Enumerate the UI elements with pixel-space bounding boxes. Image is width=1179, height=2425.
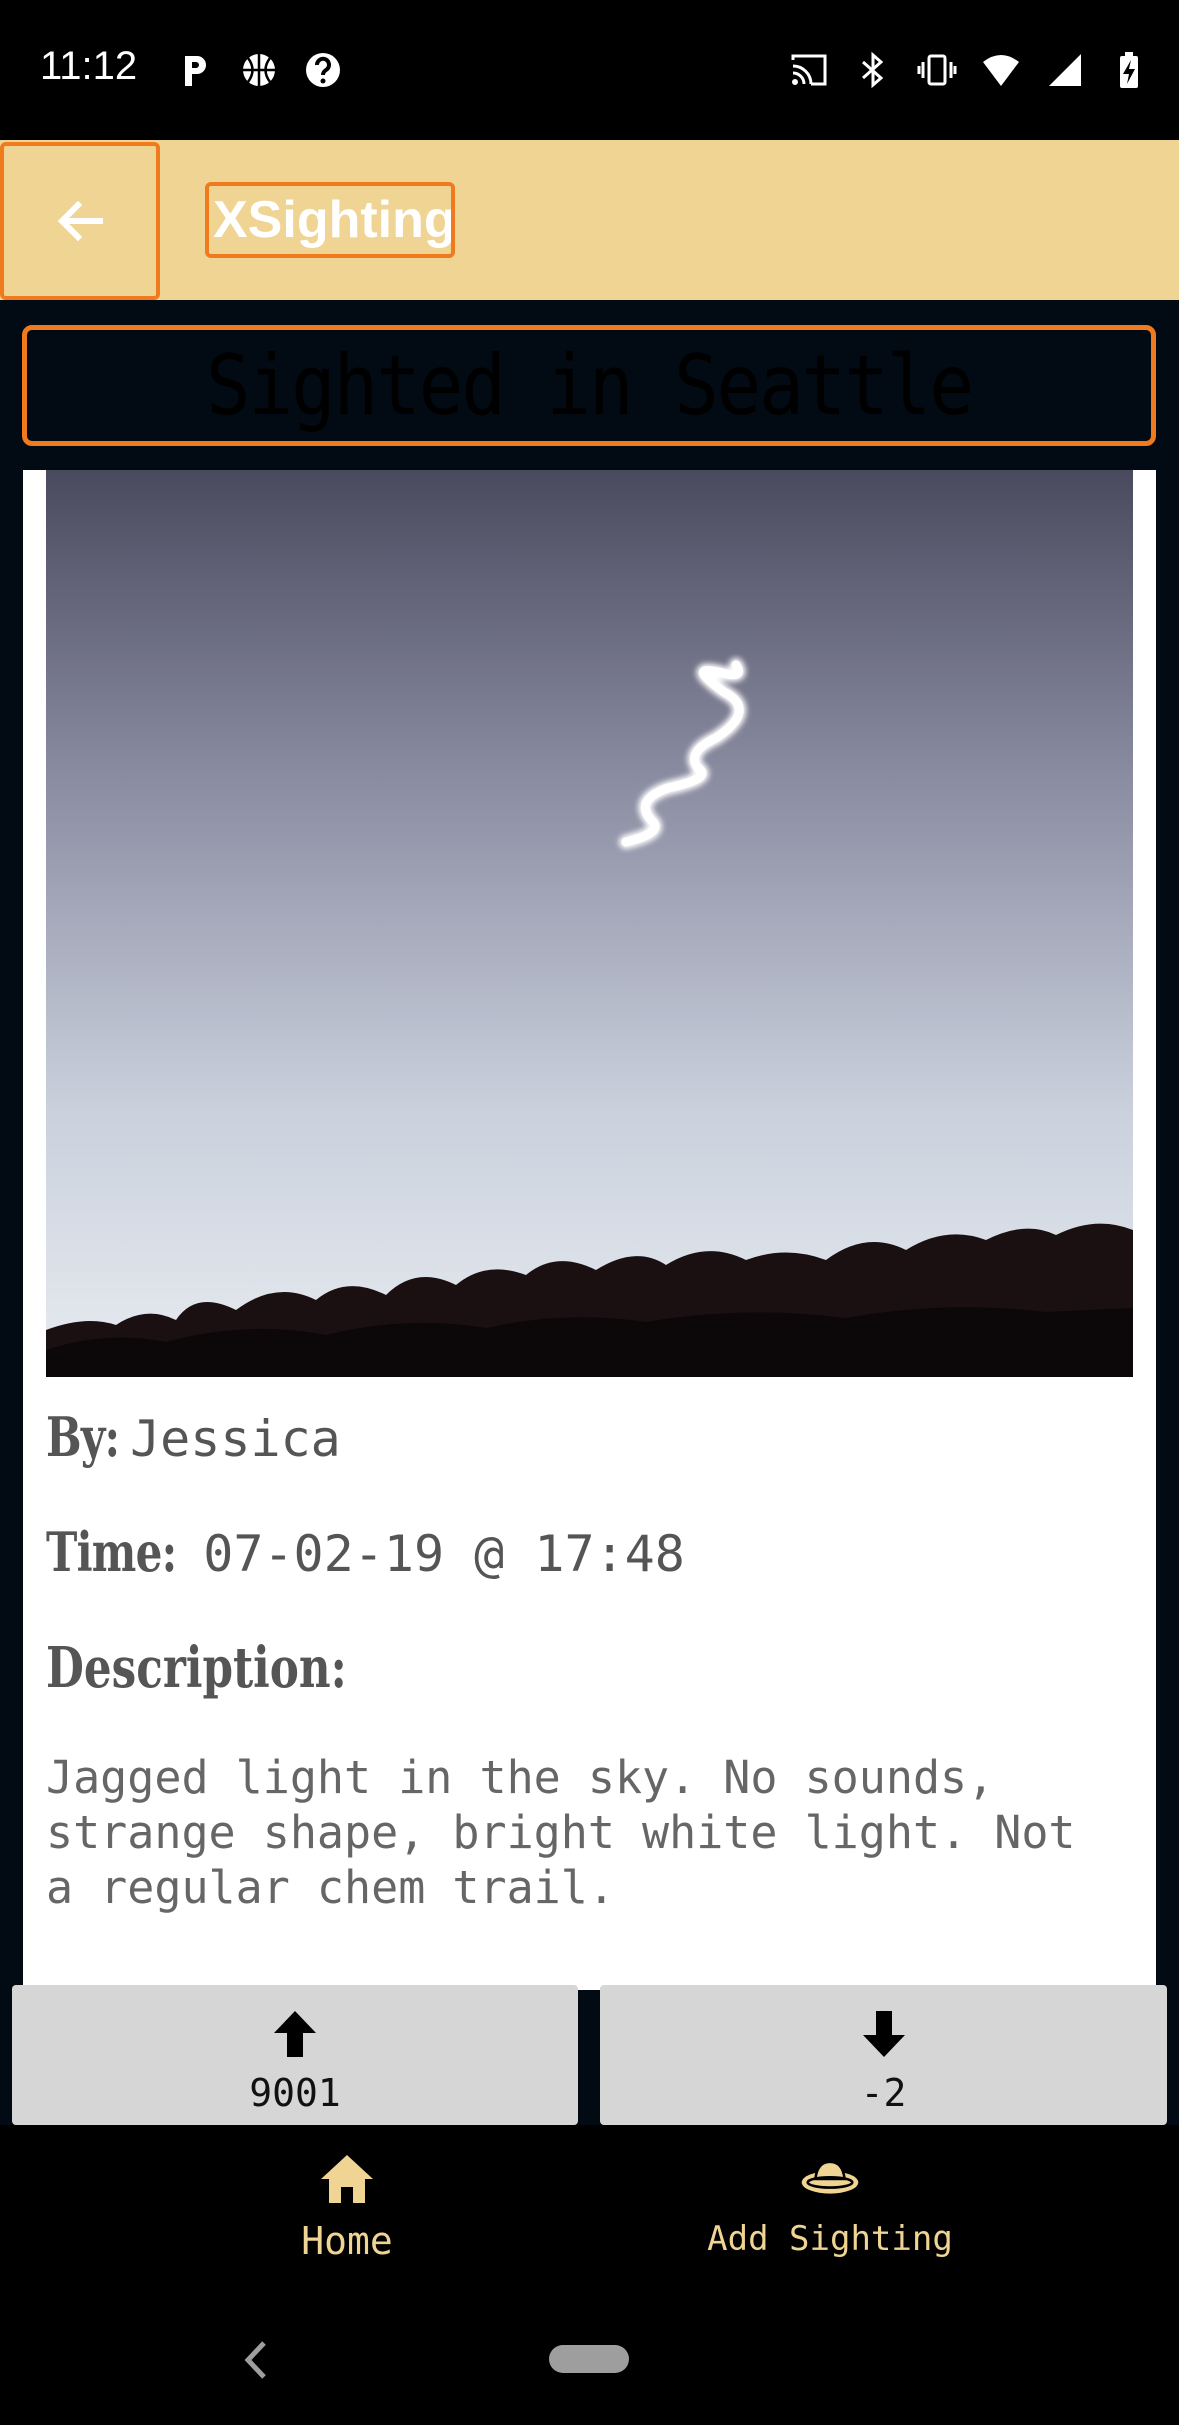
cast-icon	[791, 54, 827, 86]
status-notification-icons	[175, 50, 343, 90]
arrow-left-icon	[57, 200, 103, 242]
description-text: Jagged light in the sky. No sounds, stra…	[46, 1751, 1076, 1914]
upvote-button[interactable]: 9001	[12, 1985, 578, 2125]
nav-label-add-sighting: Add Sighting	[707, 2219, 953, 2259]
system-navigation-bar	[0, 2295, 1179, 2425]
sighting-title: Sighted in Seattle	[206, 337, 974, 434]
nav-label-home: Home	[301, 2219, 393, 2263]
bottom-navigation: Home Add Sighting	[0, 2125, 1179, 2295]
system-back-icon[interactable]	[240, 2335, 270, 2385]
vibrate-icon	[917, 54, 957, 86]
upvote-count: 9001	[249, 2071, 341, 2115]
status-system-icons	[789, 50, 1149, 90]
description-label: Description:	[46, 1635, 347, 1701]
basketball-icon	[243, 54, 275, 86]
status-bar: 11:12	[0, 0, 1179, 140]
sighting-time: Time: 07-02-19 @ 17:48	[46, 1520, 685, 1584]
sighting-title-box[interactable]: Sighted in Seattle	[22, 325, 1156, 446]
app-title[interactable]: XSighting	[205, 182, 455, 258]
time-label: Time:	[46, 1520, 177, 1584]
by-value: Jessica	[130, 1410, 341, 1468]
bluetooth-icon	[862, 51, 884, 89]
ufo-icon	[801, 2160, 859, 2194]
app-bar: XSighting	[0, 140, 1179, 300]
arrow-down-icon	[862, 2011, 905, 2057]
status-time: 11:12	[40, 44, 138, 88]
time-value: 07-02-19 @ 17:48	[203, 1525, 685, 1583]
help-icon	[306, 53, 340, 87]
arrow-up-icon	[274, 2011, 316, 2057]
sighting-by: By: Jessica	[46, 1405, 341, 1469]
nav-item-home[interactable]: Home	[247, 2151, 447, 2263]
battery-charging-icon	[1120, 52, 1138, 88]
by-label: By:	[46, 1405, 120, 1469]
home-icon	[321, 2155, 373, 2203]
downvote-button[interactable]: -2	[600, 1985, 1167, 2125]
back-button[interactable]	[0, 142, 160, 300]
system-home-pill[interactable]	[549, 2345, 629, 2373]
signal-icon	[1049, 54, 1081, 86]
nav-item-add-sighting[interactable]: Add Sighting	[690, 2151, 970, 2259]
parking-icon	[185, 56, 206, 86]
sighting-photo	[46, 470, 1133, 1377]
downvote-count: -2	[860, 2071, 907, 2115]
wifi-icon	[983, 55, 1019, 86]
